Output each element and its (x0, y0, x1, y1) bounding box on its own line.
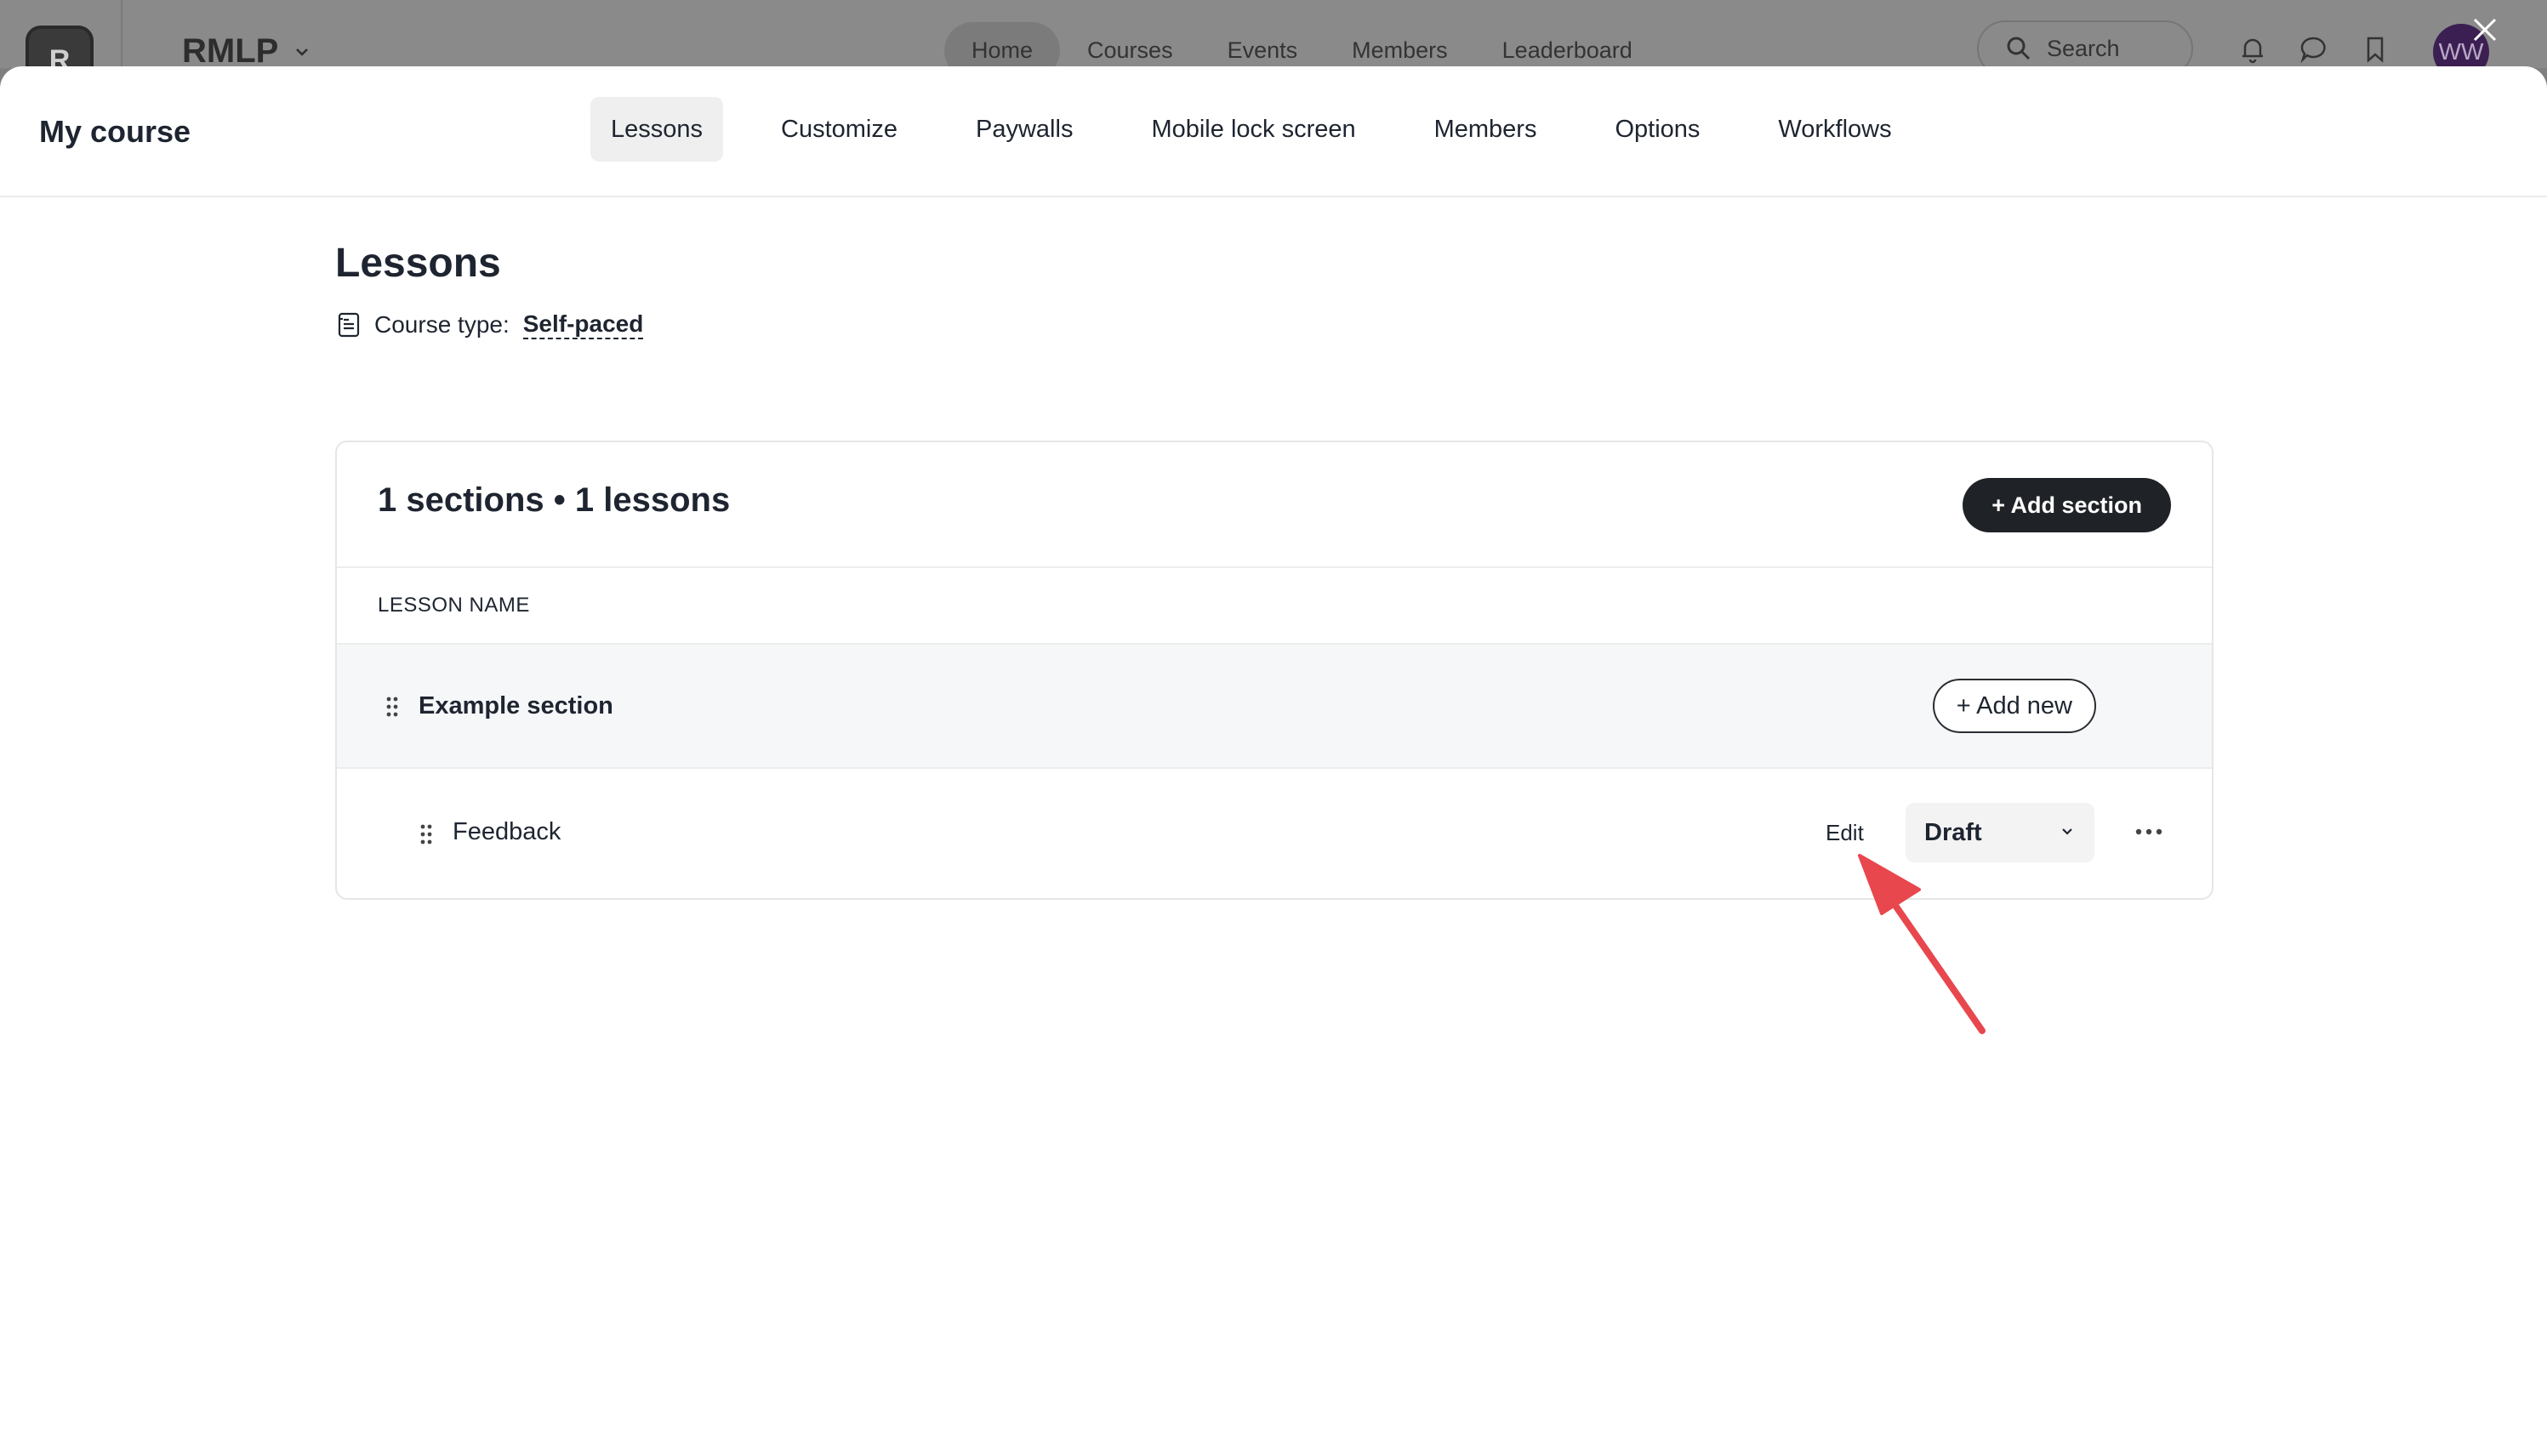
document-icon (338, 312, 360, 338)
tab-workflows[interactable]: Workflows (1758, 97, 1912, 162)
course-type: Course type: Self-paced (335, 310, 2214, 339)
tab-paywalls[interactable]: Paywalls (955, 97, 1093, 162)
tab-members[interactable]: Members (1414, 97, 1558, 162)
add-new-button[interactable]: + Add new (1932, 679, 2096, 733)
chevron-down-icon (2062, 828, 2072, 835)
chat-icon (2300, 37, 2326, 64)
course-type-label: Course type: (374, 311, 510, 338)
community-switcher: RMLP (182, 32, 311, 71)
sections-lessons-count: 1 sections • 1 lessons (378, 481, 731, 519)
bell-icon (2242, 38, 2263, 64)
close-icon[interactable] (2470, 15, 2499, 44)
course-type-value[interactable]: Self-paced (522, 310, 644, 339)
lessons-card-header: 1 sections • 1 lessons + Add section (337, 442, 2212, 568)
chevron-down-icon (296, 48, 309, 56)
more-options-icon[interactable] (2132, 816, 2166, 847)
tab-customize[interactable]: Customize (761, 97, 918, 162)
lessons-content: Lessons Course type: Self-paced (335, 240, 2214, 339)
search-icon (2007, 37, 2031, 60)
drag-handle-icon[interactable] (385, 696, 400, 718)
drag-handle-icon[interactable] (419, 823, 434, 845)
lesson-name[interactable]: Feedback (453, 818, 561, 846)
sheet-header: My course Lessons Customize Paywalls Mob… (0, 66, 2547, 197)
tab-mobile-lock-screen[interactable]: Mobile lock screen (1131, 97, 1376, 162)
section-name[interactable]: Example section (419, 692, 613, 720)
add-section-button[interactable]: + Add section (1963, 478, 2171, 532)
section-row: Example section + Add new (337, 645, 2212, 769)
annotation-arrow-icon (1858, 854, 1986, 1034)
header-divider (121, 0, 123, 68)
course-tabs: Lessons Customize Paywalls Mobile lock s… (590, 97, 1912, 162)
lessons-heading: Lessons (335, 241, 501, 286)
bookmark-icon (2367, 37, 2384, 63)
community-name: RMLP (182, 32, 279, 70)
lesson-name-column-header: LESSON NAME (337, 568, 2212, 645)
search-label: Search (2047, 35, 2120, 61)
lessons-card: 1 sections • 1 lessons + Add section LES… (335, 441, 2214, 900)
tab-lessons[interactable]: Lessons (590, 97, 724, 162)
page-title: My course (39, 114, 191, 149)
tab-options[interactable]: Options (1594, 97, 1720, 162)
